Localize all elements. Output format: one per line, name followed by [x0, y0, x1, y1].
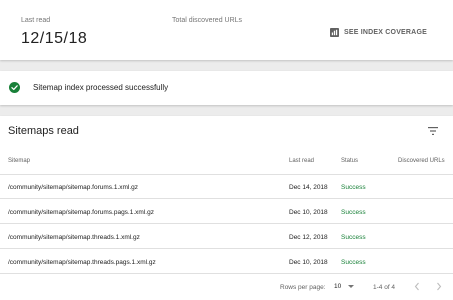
last-read-value: 12/15/18 — [21, 30, 88, 47]
bar-chart-icon — [330, 27, 339, 37]
row-last-read: Dec 10, 2018 — [289, 259, 328, 266]
row-last-read: Dec 12, 2018 — [289, 234, 328, 241]
sitemaps-card: Sitemaps read Sitemap Last read Status D… — [0, 116, 453, 300]
row-status: Success — [341, 209, 366, 216]
col-header-status[interactable]: Status — [341, 158, 358, 164]
total-urls-label: Total discovered URLs — [172, 17, 243, 24]
check-circle-icon — [9, 82, 20, 93]
row-status: Success — [341, 234, 366, 241]
row-sitemap: /community/sitemap/sitemap.forums.1.xml.… — [8, 184, 139, 191]
row-sitemap: /community/sitemap/sitemap.threads.1.xml… — [8, 234, 140, 241]
dropdown-arrow-icon — [348, 285, 355, 288]
rows-per-page-label: Rows per page: — [280, 284, 326, 291]
row-last-read: Dec 10, 2018 — [289, 209, 328, 216]
see-index-coverage-button[interactable]: SEE INDEX COVERAGE — [330, 25, 427, 39]
row-last-read: Dec 14, 2018 — [289, 184, 328, 191]
col-header-discovered-urls[interactable]: Discovered URLs — [398, 158, 445, 164]
chevron-left-icon[interactable] — [413, 282, 421, 291]
summary-card: Last read 12/15/18 Total discovered URLs… — [0, 0, 453, 60]
last-read-label: Last read — [21, 17, 51, 24]
table-row[interactable]: /community/sitemap/sitemap.threads.1.xml… — [0, 225, 453, 249]
row-sitemap: /community/sitemap/sitemap.forums.pags.1… — [8, 209, 154, 216]
row-status: Success — [341, 259, 366, 266]
pagination-range: 1-4 of 4 — [373, 284, 396, 291]
table-row[interactable]: /community/sitemap/sitemap.forums.1.xml.… — [0, 175, 453, 199]
chevron-right-icon[interactable] — [435, 282, 443, 291]
row-status: Success — [341, 184, 366, 191]
filter-icon[interactable] — [427, 125, 439, 137]
see-index-coverage-label: SEE INDEX COVERAGE — [344, 28, 427, 36]
table-row[interactable]: /community/sitemap/sitemap.threads.pags.… — [0, 250, 453, 274]
col-header-sitemap[interactable]: Sitemap — [8, 158, 30, 164]
col-header-last-read[interactable]: Last read — [289, 158, 314, 164]
status-message: Sitemap index processed successfully — [33, 83, 169, 92]
rows-per-page-select[interactable]: 10 — [334, 283, 355, 290]
status-card: Sitemap index processed successfully — [0, 71, 453, 105]
table-row[interactable]: /community/sitemap/sitemap.forums.pags.1… — [0, 200, 453, 224]
row-sitemap: /community/sitemap/sitemap.threads.pags.… — [8, 259, 156, 266]
sitemaps-title: Sitemaps read — [8, 125, 79, 137]
rows-per-page-value: 10 — [334, 283, 342, 290]
